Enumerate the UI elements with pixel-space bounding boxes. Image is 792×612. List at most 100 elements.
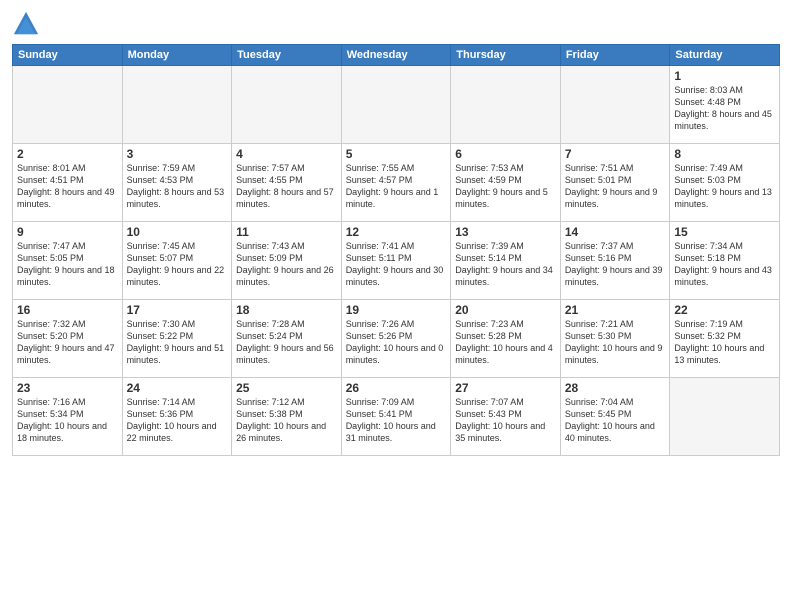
calendar-cell: 23Sunrise: 7:16 AM Sunset: 5:34 PM Dayli… (13, 378, 123, 456)
logo (12, 10, 44, 38)
weekday-header-thursday: Thursday (451, 45, 561, 66)
day-number: 27 (455, 381, 556, 395)
day-number: 8 (674, 147, 775, 161)
calendar-cell: 11Sunrise: 7:43 AM Sunset: 5:09 PM Dayli… (232, 222, 342, 300)
day-info: Sunrise: 7:39 AM Sunset: 5:14 PM Dayligh… (455, 240, 556, 289)
day-info: Sunrise: 7:26 AM Sunset: 5:26 PM Dayligh… (346, 318, 447, 367)
calendar-cell: 25Sunrise: 7:12 AM Sunset: 5:38 PM Dayli… (232, 378, 342, 456)
calendar-cell (670, 378, 780, 456)
day-info: Sunrise: 7:49 AM Sunset: 5:03 PM Dayligh… (674, 162, 775, 211)
calendar-cell: 10Sunrise: 7:45 AM Sunset: 5:07 PM Dayli… (122, 222, 232, 300)
day-number: 18 (236, 303, 337, 317)
calendar-cell: 28Sunrise: 7:04 AM Sunset: 5:45 PM Dayli… (560, 378, 670, 456)
calendar-cell: 13Sunrise: 7:39 AM Sunset: 5:14 PM Dayli… (451, 222, 561, 300)
day-number: 5 (346, 147, 447, 161)
calendar-cell: 3Sunrise: 7:59 AM Sunset: 4:53 PM Daylig… (122, 144, 232, 222)
calendar-cell: 4Sunrise: 7:57 AM Sunset: 4:55 PM Daylig… (232, 144, 342, 222)
calendar-cell: 15Sunrise: 7:34 AM Sunset: 5:18 PM Dayli… (670, 222, 780, 300)
calendar-cell (122, 66, 232, 144)
calendar-cell: 18Sunrise: 7:28 AM Sunset: 5:24 PM Dayli… (232, 300, 342, 378)
day-info: Sunrise: 7:34 AM Sunset: 5:18 PM Dayligh… (674, 240, 775, 289)
weekday-header-tuesday: Tuesday (232, 45, 342, 66)
day-number: 13 (455, 225, 556, 239)
day-number: 6 (455, 147, 556, 161)
day-number: 25 (236, 381, 337, 395)
day-number: 20 (455, 303, 556, 317)
day-info: Sunrise: 7:30 AM Sunset: 5:22 PM Dayligh… (127, 318, 228, 367)
day-info: Sunrise: 8:01 AM Sunset: 4:51 PM Dayligh… (17, 162, 118, 211)
calendar-cell: 6Sunrise: 7:53 AM Sunset: 4:59 PM Daylig… (451, 144, 561, 222)
day-number: 3 (127, 147, 228, 161)
weekday-header-friday: Friday (560, 45, 670, 66)
logo-icon (12, 10, 40, 38)
day-number: 2 (17, 147, 118, 161)
day-number: 15 (674, 225, 775, 239)
calendar-cell: 12Sunrise: 7:41 AM Sunset: 5:11 PM Dayli… (341, 222, 451, 300)
day-number: 1 (674, 69, 775, 83)
weekday-header-wednesday: Wednesday (341, 45, 451, 66)
calendar-cell: 1Sunrise: 8:03 AM Sunset: 4:48 PM Daylig… (670, 66, 780, 144)
day-info: Sunrise: 7:47 AM Sunset: 5:05 PM Dayligh… (17, 240, 118, 289)
calendar-cell: 7Sunrise: 7:51 AM Sunset: 5:01 PM Daylig… (560, 144, 670, 222)
weekday-header-sunday: Sunday (13, 45, 123, 66)
day-info: Sunrise: 7:19 AM Sunset: 5:32 PM Dayligh… (674, 318, 775, 367)
calendar-table: SundayMondayTuesdayWednesdayThursdayFrid… (12, 44, 780, 456)
day-number: 7 (565, 147, 666, 161)
day-number: 11 (236, 225, 337, 239)
day-number: 19 (346, 303, 447, 317)
day-number: 14 (565, 225, 666, 239)
day-number: 22 (674, 303, 775, 317)
day-info: Sunrise: 7:12 AM Sunset: 5:38 PM Dayligh… (236, 396, 337, 445)
day-number: 4 (236, 147, 337, 161)
page-header (12, 10, 780, 38)
day-number: 16 (17, 303, 118, 317)
day-info: Sunrise: 7:09 AM Sunset: 5:41 PM Dayligh… (346, 396, 447, 445)
day-info: Sunrise: 7:59 AM Sunset: 4:53 PM Dayligh… (127, 162, 228, 211)
day-number: 10 (127, 225, 228, 239)
day-info: Sunrise: 7:45 AM Sunset: 5:07 PM Dayligh… (127, 240, 228, 289)
day-number: 21 (565, 303, 666, 317)
day-info: Sunrise: 8:03 AM Sunset: 4:48 PM Dayligh… (674, 84, 775, 133)
day-info: Sunrise: 7:53 AM Sunset: 4:59 PM Dayligh… (455, 162, 556, 211)
day-number: 17 (127, 303, 228, 317)
day-info: Sunrise: 7:07 AM Sunset: 5:43 PM Dayligh… (455, 396, 556, 445)
day-number: 9 (17, 225, 118, 239)
day-number: 12 (346, 225, 447, 239)
day-info: Sunrise: 7:23 AM Sunset: 5:28 PM Dayligh… (455, 318, 556, 367)
calendar-cell (560, 66, 670, 144)
calendar-cell: 8Sunrise: 7:49 AM Sunset: 5:03 PM Daylig… (670, 144, 780, 222)
day-info: Sunrise: 7:57 AM Sunset: 4:55 PM Dayligh… (236, 162, 337, 211)
day-number: 23 (17, 381, 118, 395)
calendar-cell: 21Sunrise: 7:21 AM Sunset: 5:30 PM Dayli… (560, 300, 670, 378)
calendar-cell: 5Sunrise: 7:55 AM Sunset: 4:57 PM Daylig… (341, 144, 451, 222)
day-info: Sunrise: 7:32 AM Sunset: 5:20 PM Dayligh… (17, 318, 118, 367)
calendar-cell (451, 66, 561, 144)
day-info: Sunrise: 7:16 AM Sunset: 5:34 PM Dayligh… (17, 396, 118, 445)
day-info: Sunrise: 7:04 AM Sunset: 5:45 PM Dayligh… (565, 396, 666, 445)
day-info: Sunrise: 7:21 AM Sunset: 5:30 PM Dayligh… (565, 318, 666, 367)
calendar-cell: 14Sunrise: 7:37 AM Sunset: 5:16 PM Dayli… (560, 222, 670, 300)
day-info: Sunrise: 7:14 AM Sunset: 5:36 PM Dayligh… (127, 396, 228, 445)
calendar-cell (232, 66, 342, 144)
calendar-cell: 19Sunrise: 7:26 AM Sunset: 5:26 PM Dayli… (341, 300, 451, 378)
day-info: Sunrise: 7:28 AM Sunset: 5:24 PM Dayligh… (236, 318, 337, 367)
day-info: Sunrise: 7:37 AM Sunset: 5:16 PM Dayligh… (565, 240, 666, 289)
calendar-cell (13, 66, 123, 144)
day-info: Sunrise: 7:51 AM Sunset: 5:01 PM Dayligh… (565, 162, 666, 211)
day-number: 26 (346, 381, 447, 395)
calendar-cell: 26Sunrise: 7:09 AM Sunset: 5:41 PM Dayli… (341, 378, 451, 456)
day-info: Sunrise: 7:43 AM Sunset: 5:09 PM Dayligh… (236, 240, 337, 289)
day-info: Sunrise: 7:41 AM Sunset: 5:11 PM Dayligh… (346, 240, 447, 289)
weekday-header-monday: Monday (122, 45, 232, 66)
calendar-cell: 17Sunrise: 7:30 AM Sunset: 5:22 PM Dayli… (122, 300, 232, 378)
calendar-cell: 22Sunrise: 7:19 AM Sunset: 5:32 PM Dayli… (670, 300, 780, 378)
calendar-cell: 27Sunrise: 7:07 AM Sunset: 5:43 PM Dayli… (451, 378, 561, 456)
weekday-header-saturday: Saturday (670, 45, 780, 66)
calendar-cell: 16Sunrise: 7:32 AM Sunset: 5:20 PM Dayli… (13, 300, 123, 378)
calendar-cell (341, 66, 451, 144)
calendar-cell: 24Sunrise: 7:14 AM Sunset: 5:36 PM Dayli… (122, 378, 232, 456)
day-number: 24 (127, 381, 228, 395)
day-number: 28 (565, 381, 666, 395)
day-info: Sunrise: 7:55 AM Sunset: 4:57 PM Dayligh… (346, 162, 447, 211)
calendar-cell: 2Sunrise: 8:01 AM Sunset: 4:51 PM Daylig… (13, 144, 123, 222)
